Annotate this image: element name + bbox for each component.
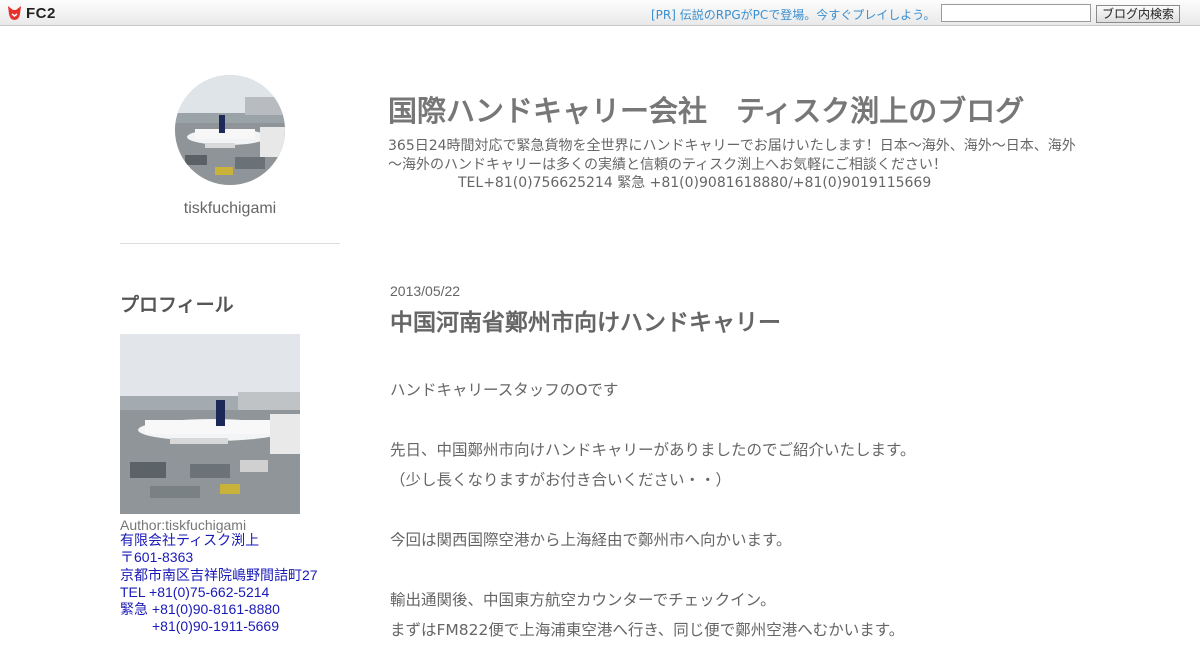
fc2-toolbar: FC2 [PR] 伝説のRPGがPCで登場。今すぐプレイしよう。 ブログ内検索 <box>0 0 1200 26</box>
profile-tel: TEL +81(0)75-662-5214 <box>120 583 270 600</box>
blog-title[interactable]: 国際ハンドキャリー会社 ティスク渕上のブログ <box>388 88 1024 130</box>
avatar[interactable] <box>175 75 285 185</box>
profile-company: 有限会社ティスク渕上 <box>120 532 260 548</box>
profile-author: Author:tiskfuchigami <box>120 517 247 533</box>
avatar-airport-image <box>175 75 285 185</box>
profile-info: 有限会社ティスク渕上 〒601-8363 京都市南区吉祥院嶋野間詰町27 TEL… <box>120 532 360 636</box>
fc2-fox-icon <box>8 6 21 20</box>
fc2-logo-text: FC2 <box>26 4 56 22</box>
fc2-logo[interactable]: FC2 <box>7 4 56 22</box>
post-paragraph: 先日、中国鄭州市向けハンドキャリーがありましたのでご紹介いたします。 <box>390 441 916 459</box>
post-paragraph: （少し長くなりますがお付き合いください・・） <box>390 471 732 489</box>
post-date: 2013/05/22 <box>390 283 461 299</box>
profile-heading: プロフィール <box>120 294 234 316</box>
post-paragraph: ハンドキャリースタッフのOです <box>390 381 619 399</box>
post-paragraph: 今回は関西国際空港から上海経由で鄭州市へ向かいます。 <box>390 531 792 549</box>
sidebar-username[interactable]: tiskfuchigami <box>120 200 340 218</box>
profile-emergency-2: +81(0)90-1911-5669 <box>152 618 280 635</box>
sidebar-divider <box>120 243 340 244</box>
blog-search-button[interactable]: ブログ内検索 <box>1096 5 1180 23</box>
profile-photo <box>120 334 300 514</box>
profile-airport-image <box>120 334 300 514</box>
blog-description-tel: TEL+81(0)756625214 緊急 +81(0)9081618880/+… <box>458 175 932 191</box>
blog-search-input[interactable] <box>941 4 1091 22</box>
blog-description-text: 365日24時間対応で緊急貨物を全世界にハンドキャリーでお届けいたします！日本～… <box>388 138 1076 173</box>
post-title[interactable]: 中国河南省鄭州市向けハンドキャリー <box>390 303 781 337</box>
post-body: ハンドキャリースタッフのOです 先日、中国鄭州市向けハンドキャリーがありましたの… <box>390 375 1090 645</box>
pr-ad-link[interactable]: [PR] 伝説のRPGがPCで登場。今すぐプレイしよう。 <box>651 6 936 23</box>
post-paragraph: 輸出通関後、中国東方航空カウンターでチェックイン。 <box>390 591 776 609</box>
profile-emergency-1: 緊急 +81(0)90-8161-8880 <box>120 601 280 618</box>
post-paragraph: まずはFM822便で上海浦東空港へ行き、同じ便で鄭州空港へむかいます。 <box>390 621 905 639</box>
blog-description: 365日24時間対応で緊急貨物を全世界にハンドキャリーでお届けいたします！日本～… <box>388 137 1078 193</box>
profile-address: 京都市南区吉祥院嶋野間詰町27 <box>120 566 318 583</box>
profile-postal: 〒601-8363 <box>120 549 194 566</box>
